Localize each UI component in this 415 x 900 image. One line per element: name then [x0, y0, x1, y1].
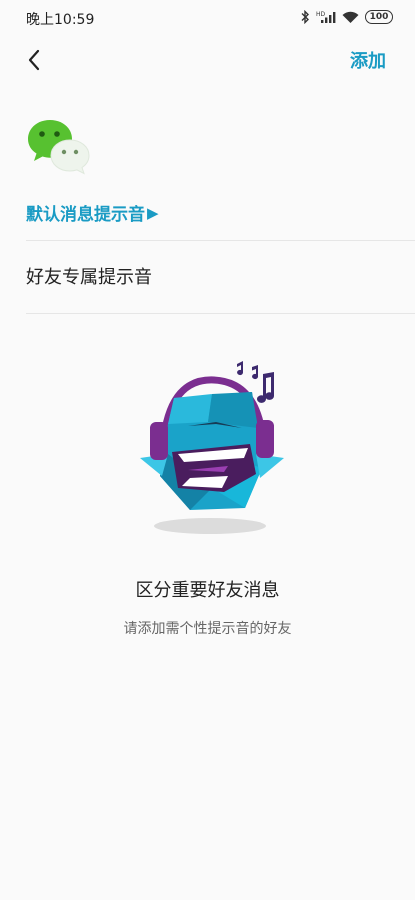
- svg-text:HD: HD: [316, 11, 326, 18]
- back-button[interactable]: [18, 46, 50, 74]
- chevron-left-icon: [28, 49, 40, 71]
- bluetooth-icon: [301, 10, 309, 24]
- signal-icon: HD: [316, 11, 336, 23]
- empty-state-subtitle: 请添加需个性提示音的好友: [123, 621, 292, 637]
- default-tone-label: 默认消息提示音: [26, 205, 145, 225]
- section-title: 好友专属提示音: [26, 267, 152, 288]
- play-arrow-icon: ▶: [147, 203, 159, 222]
- add-button[interactable]: 添加: [350, 47, 386, 73]
- divider: [26, 240, 415, 241]
- divider: [26, 313, 415, 314]
- wechat-icon: [28, 120, 90, 175]
- empty-state-title: 区分重要好友消息: [135, 580, 280, 601]
- headphones-monster-illustration: [140, 361, 284, 534]
- wifi-icon: [342, 11, 359, 23]
- battery-icon: 100: [365, 10, 393, 24]
- default-tone-link[interactable]: 默认消息提示音 ▶: [26, 200, 159, 226]
- status-icons: HD 100: [300, 8, 393, 26]
- status-bar: 晚上10:59 HD 100: [0, 0, 415, 36]
- nav-bar: 添加: [0, 36, 415, 82]
- status-time: 晚上10:59: [26, 12, 95, 28]
